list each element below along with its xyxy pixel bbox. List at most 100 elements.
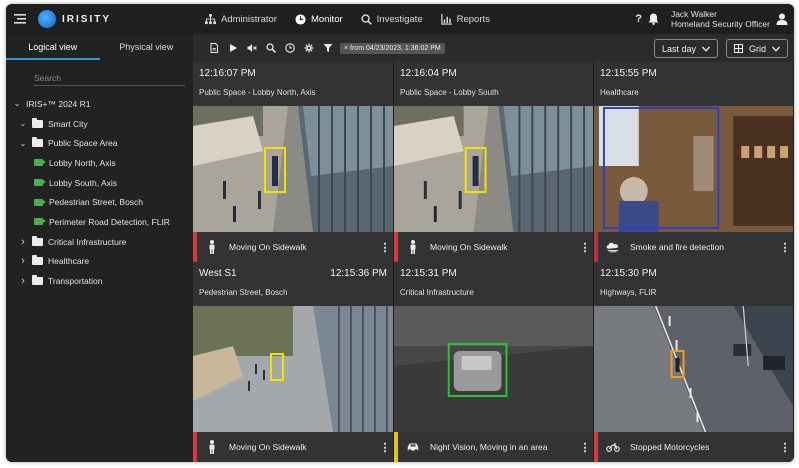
search-input[interactable] [34, 73, 185, 83]
tree-item-label: Healthcare [48, 256, 90, 267]
severity-indicator [594, 432, 598, 462]
tree-item[interactable]: ⌄ IRIS+™ 2024 R1 [6, 94, 193, 114]
sidebar-search [34, 68, 185, 86]
sitemap-icon [205, 13, 216, 24]
tree-item[interactable]: Perimeter Road Detection, FLIR [6, 212, 193, 232]
tile-footer: Moving On Sidewalk ⋮ [193, 432, 393, 462]
chevron-down-icon[interactable]: ⌄ [12, 99, 22, 108]
user-info[interactable]: Jack Walker Homeland Security Officer [671, 9, 770, 29]
nav-administrator[interactable]: Administrator [196, 4, 286, 34]
camera-tile[interactable]: 12:15:55 PM Healthcare Smoke and fire dete… [594, 62, 794, 262]
chevron-right-icon[interactable]: › [18, 236, 28, 248]
chevron-right-icon[interactable]: › [18, 255, 28, 267]
chart-icon [440, 13, 452, 25]
chevron-down-icon[interactable]: ⌄ [18, 139, 28, 148]
folder-open-icon [32, 137, 43, 148]
tile-header: West S1 12:15:36 PM Pedestrian Street, Bos… [193, 262, 393, 306]
more-options-icon[interactable]: ⋮ [377, 241, 393, 254]
video-feed[interactable] [394, 306, 593, 432]
top-bar: IRISITY Administrator Monitor Investigat… [6, 4, 794, 34]
tree-item-label: Perimeter Road Detection, FLIR [49, 216, 170, 227]
export-icon[interactable] [205, 40, 222, 57]
nav-monitor-label: Monitor [310, 13, 343, 25]
search-icon [361, 13, 372, 25]
event-label: Stopped Motorcycles [630, 442, 710, 452]
tile-time-row: 12:16:04 PM [400, 68, 587, 79]
play-icon[interactable] [224, 40, 241, 57]
layout-label: Grid [748, 43, 766, 54]
help-icon[interactable]: ? [635, 13, 642, 25]
more-options-icon[interactable]: ⋮ [577, 441, 593, 454]
chevron-down-icon[interactable]: ⌄ [18, 119, 28, 128]
event-label: Moving On Sidewalk [430, 242, 508, 252]
tab-logical-view[interactable]: Logical view [6, 34, 100, 60]
nav-investigate[interactable]: Investigate [352, 4, 432, 34]
tree-item[interactable]: ⌄ Public Space Area [6, 133, 193, 153]
nav-reports-label: Reports [456, 13, 490, 25]
more-options-icon[interactable]: ⋮ [577, 241, 593, 254]
tile-header: 12:16:07 PM Public Space - Lobby North, A… [193, 62, 393, 106]
tree-item-label: Lobby South, Axis [49, 177, 118, 188]
menu-icon[interactable] [6, 4, 34, 34]
zoom-search-icon[interactable] [262, 40, 279, 57]
nav-reports[interactable]: Reports [432, 4, 499, 34]
tile-prefix: West S1 [199, 268, 237, 279]
tile-footer: Moving On Sidewalk ⋮ [193, 232, 393, 262]
settings-gear-icon[interactable] [300, 40, 317, 57]
more-options-icon[interactable]: ⋮ [777, 241, 793, 254]
layout-dropdown[interactable]: Grid [725, 39, 788, 58]
severity-indicator [394, 232, 398, 262]
video-feed[interactable] [193, 106, 393, 232]
tile-time-row: 12:15:55 PM [600, 68, 787, 79]
grid-icon [733, 44, 743, 53]
tree-item[interactable]: ⌄ Smart City [6, 114, 193, 134]
tile-timestamp: 12:15:36 PM [330, 268, 387, 279]
tree-item[interactable]: › Critical Infrastructure [6, 232, 193, 252]
event-label: Moving On Sidewalk [229, 442, 307, 452]
camera-tile[interactable]: West S1 12:15:36 PM Pedestrian Street, Bos… [193, 262, 394, 462]
filter-icon[interactable] [319, 40, 336, 57]
tile-time-row: 12:15:31 PM [400, 268, 587, 279]
app-logo[interactable]: IRISITY [38, 10, 188, 28]
tile-footer: Stopped Motorcycles ⋮ [594, 432, 793, 462]
nav-investigate-label: Investigate [376, 13, 423, 25]
tree-item[interactable]: Lobby South, Axis [6, 173, 193, 193]
video-feed[interactable] [594, 306, 793, 432]
nav-monitor[interactable]: Monitor [286, 4, 352, 34]
more-options-icon[interactable]: ⋮ [377, 441, 393, 454]
severity-indicator [594, 232, 598, 262]
motorcycle-icon [606, 440, 620, 454]
tree-item[interactable]: Lobby North, Axis [6, 153, 193, 173]
history-clock-icon[interactable] [281, 40, 298, 57]
tree-item-label: Public Space Area [48, 138, 118, 149]
tree-item-label: Critical Infrastructure [48, 236, 127, 247]
severity-indicator [193, 432, 197, 462]
camera-tile[interactable]: 12:15:30 PM Highways, FLIR Stopped Motorcy… [594, 262, 794, 462]
clock-icon [295, 13, 306, 25]
user-avatar-icon[interactable] [776, 13, 788, 25]
camera-tile[interactable]: 12:15:31 PM Critical Infrastructure Night … [394, 262, 594, 462]
camera-tile[interactable]: 12:16:04 PM Public Space - Lobby South Mov… [394, 62, 594, 262]
tree-item-label: Smart City [48, 118, 88, 129]
severity-indicator [193, 232, 197, 262]
video-feed[interactable] [594, 106, 793, 232]
sidebar-tabs: Logical view Physical view [6, 34, 193, 60]
folder-open-icon [32, 117, 43, 128]
chevron-right-icon[interactable]: › [18, 275, 28, 287]
mute-icon[interactable] [243, 40, 260, 57]
tree-item[interactable]: › Transportation [6, 271, 193, 291]
tree-item[interactable]: Pedestrian Street, Bosch [6, 192, 193, 212]
date-filter-chip[interactable]: × from 04/23/2023, 1:36:02 PM [340, 42, 445, 54]
camera-icon [34, 179, 46, 187]
video-feed[interactable] [394, 106, 593, 232]
tree-item[interactable]: › Healthcare [6, 252, 193, 272]
tab-physical-view[interactable]: Physical view [100, 34, 194, 60]
person-icon [205, 240, 219, 254]
more-options-icon[interactable]: ⋮ [777, 441, 793, 454]
time-range-dropdown[interactable]: Last day [653, 39, 718, 58]
camera-tile[interactable]: 12:16:07 PM Public Space - Lobby North, A… [193, 62, 394, 262]
user-role: Homeland Security Officer [670, 19, 770, 29]
bell-icon[interactable] [648, 13, 659, 25]
video-feed[interactable] [193, 306, 393, 432]
tile-location: Public Space - Lobby South [400, 88, 499, 97]
